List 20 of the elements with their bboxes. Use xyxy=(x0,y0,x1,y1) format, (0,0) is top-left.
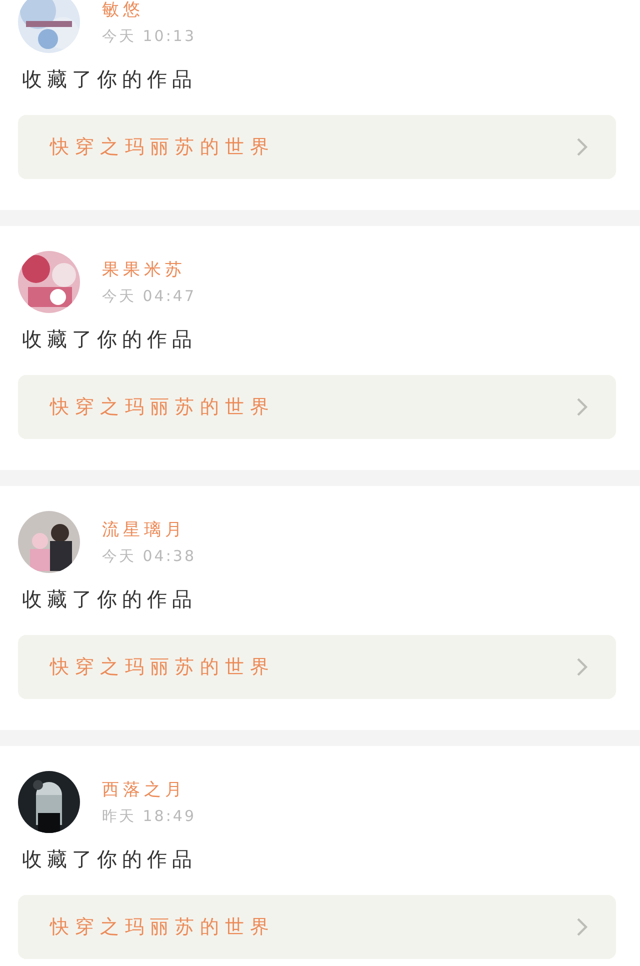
work-link[interactable]: 快穿之玛丽苏的世界 xyxy=(18,375,616,439)
timestamp: 昨天 18:49 xyxy=(102,807,196,826)
timestamp: 今天 04:38 xyxy=(102,547,196,566)
activity-text: 收藏了你的作品 xyxy=(22,846,198,873)
user-name[interactable]: 流星璃月 xyxy=(102,518,196,541)
user-name[interactable]: 敏悠 xyxy=(102,0,196,21)
activity-text: 收藏了你的作品 xyxy=(22,66,198,93)
timestamp: 今天 04:47 xyxy=(102,287,196,306)
work-link[interactable]: 快穿之玛丽苏的世界 xyxy=(18,115,616,179)
chevron-right-icon xyxy=(576,657,588,677)
chevron-right-icon xyxy=(576,917,588,937)
user-name[interactable]: 西落之月 xyxy=(102,778,196,801)
activity-text: 收藏了你的作品 xyxy=(22,326,198,353)
chevron-right-icon xyxy=(576,137,588,157)
chevron-right-icon xyxy=(576,397,588,417)
user-name[interactable]: 果果米苏 xyxy=(102,258,196,281)
work-link[interactable]: 快穿之玛丽苏的世界 xyxy=(18,895,616,959)
activity-text: 收藏了你的作品 xyxy=(22,586,198,613)
work-link[interactable]: 快穿之玛丽苏的世界 xyxy=(18,635,616,699)
timestamp: 今天 10:13 xyxy=(102,27,196,46)
